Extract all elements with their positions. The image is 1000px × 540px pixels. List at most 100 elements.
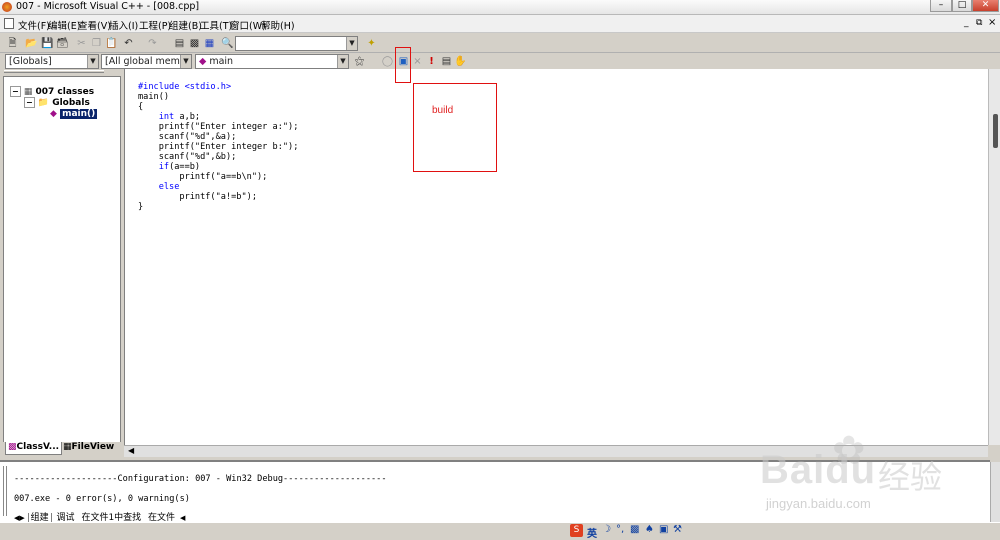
tree-main[interactable]: ◆ main(): [50, 109, 98, 120]
classes-icon: ▦: [23, 87, 33, 97]
mdi-doc-icon: [4, 18, 14, 29]
tree-root-label: 007 classes: [35, 87, 95, 97]
output-tabs: ◀▶ 组建 调试 在文件1中查找 在文件 ◀: [14, 510, 185, 524]
close-button[interactable]: ✕: [972, 0, 999, 12]
find-in-files-icon[interactable]: 🔍: [220, 36, 235, 51]
shirt-icon[interactable]: ▣: [659, 524, 668, 535]
function-icon: ◆: [50, 109, 57, 119]
code-line: scanf("%d",&b);: [138, 152, 237, 162]
new-file-icon[interactable]: 🗎: [5, 36, 20, 51]
output-scrollbar[interactable]: [990, 462, 1000, 522]
workspace-icon[interactable]: ▤: [172, 36, 187, 51]
code-text[interactable]: #include <stdio.h> main(){ int a,b; print…: [138, 72, 298, 222]
save-icon[interactable]: 💾: [40, 36, 55, 51]
find-combo[interactable]: ▼: [235, 36, 358, 51]
stop-build-icon[interactable]: ×: [410, 54, 425, 69]
go-icon[interactable]: ▤: [439, 54, 454, 69]
cut-icon[interactable]: ✂: [74, 36, 89, 51]
watermark-brand: Baidu: [760, 448, 877, 492]
mdi-restore-button[interactable]: ⧉: [976, 18, 982, 28]
compile-icon[interactable]: ◯: [380, 54, 395, 69]
class-view-tabs: ▩ClassV... ▦FileView: [3, 442, 121, 455]
tree-root[interactable]: − ▦ 007 classes: [10, 86, 95, 98]
menu-bar: 文件(F) 编辑(E) 查看(V) 插入(I) 工程(P) 组建(B) 工具(T…: [0, 15, 1000, 33]
collapse-icon[interactable]: −: [24, 97, 35, 108]
ime-logo-icon[interactable]: S: [570, 524, 583, 537]
members-combo-value: [All global members: [105, 56, 192, 67]
execute-icon[interactable]: !: [424, 54, 439, 69]
undo-icon[interactable]: ↶: [121, 36, 136, 51]
code-line: else: [138, 182, 298, 192]
watermark-url: jingyan.baidu.com: [766, 496, 871, 511]
code-line-0: #include <stdio.h>: [138, 82, 232, 92]
code-line: printf("Enter integer a:");: [138, 122, 299, 132]
collapse-icon[interactable]: −: [10, 86, 21, 97]
baidu-watermark: ✿ Baidu 经验 jingyan.baidu.com: [760, 428, 960, 520]
output-grip: [3, 466, 7, 516]
members-combo[interactable]: [All global members ▼: [101, 54, 192, 69]
wizard-toolbar: [Globals] ▼ [All global members ▼ ◆ main ▼ …: [0, 54, 1000, 69]
code-line: #include <stdio.h>: [138, 82, 298, 92]
tools-icon[interactable]: ⚒: [673, 524, 682, 535]
globals-combo-value: [Globals]: [9, 56, 52, 67]
paste-icon[interactable]: 📋: [104, 36, 119, 51]
code-keyword: if: [158, 162, 170, 172]
app-icon: [2, 2, 12, 12]
menu-insert[interactable]: 插入(I): [109, 18, 138, 32]
mdi-minimize-button[interactable]: _: [964, 18, 969, 28]
menu-view[interactable]: 查看(V): [78, 18, 111, 32]
moon-icon[interactable]: ☽: [602, 524, 611, 535]
editor-vertical-scrollbar[interactable]: [988, 69, 1000, 445]
maximize-button[interactable]: □: [952, 0, 972, 12]
code-keyword: int: [158, 112, 175, 122]
open-folder-icon[interactable]: 📂: [24, 36, 39, 51]
menu-help[interactable]: 帮助(H): [261, 18, 295, 32]
output-scroll-left-icon[interactable]: ◀: [180, 514, 185, 522]
folder-icon: 📁: [37, 98, 50, 108]
code-line: int a,b;: [158, 112, 201, 122]
tab-classview[interactable]: ▩ClassV...: [5, 442, 63, 455]
scroll-thumb[interactable]: [993, 114, 998, 148]
code-line: scanf("%d",&a);: [138, 132, 237, 142]
redo-icon[interactable]: ↷: [145, 36, 160, 51]
function-combo[interactable]: ◆ main ▼: [195, 54, 349, 69]
output-tab-nav-icon[interactable]: ◀▶: [14, 514, 25, 522]
function-icon: ◆: [199, 56, 207, 67]
window-list-icon[interactable]: ▦: [202, 36, 217, 51]
keyboard-icon[interactable]: ▩: [630, 524, 639, 535]
code-line: if(a==b): [158, 162, 201, 172]
menu-edit[interactable]: 编辑(E): [48, 18, 80, 32]
copy-icon[interactable]: ❐: [89, 36, 104, 51]
output-text: --------------------Configuration: 007 -…: [14, 464, 387, 514]
minimize-button[interactable]: –: [930, 0, 952, 12]
tab-fileview[interactable]: ▦FileView: [61, 442, 116, 455]
mdi-close-button[interactable]: ×: [988, 17, 996, 28]
code-line: {: [138, 102, 144, 112]
punctuation-icon[interactable]: °,: [616, 524, 624, 535]
menu-tools[interactable]: 工具(T): [200, 18, 232, 32]
watermark-brand-cn: 经验: [878, 458, 943, 496]
code-keyword: else: [158, 182, 180, 192]
wizard-actions-icon[interactable]: ⚝: [352, 54, 367, 69]
standard-toolbar: 🗎 📂 💾 🗃 ✂ ❐ 📋 ↶ ↷ ▤ ▩ ▦ 🔍 ▼ ✦: [0, 34, 1000, 53]
search-icon[interactable]: ✦: [364, 36, 379, 51]
status-bar: S 英 ☽ °, ▩ ♠ ▣ ⚒: [0, 522, 1000, 540]
output-config-line: --------------------Configuration: 007 -…: [14, 474, 387, 484]
menu-file[interactable]: 文件(F): [18, 18, 50, 32]
tree-globals[interactable]: − 📁 Globals: [24, 97, 90, 109]
panel-grip: [4, 70, 104, 73]
scroll-left-arrow[interactable]: ◀: [128, 446, 134, 455]
skin-icon[interactable]: ♠: [645, 524, 654, 535]
class-view-panel: − ▦ 007 classes − 📁 Globals ◆ main(): [3, 70, 121, 454]
tab-classview-label: ClassV...: [16, 442, 60, 452]
code-line: printf("a==b\n");: [138, 172, 268, 182]
code-line: main(): [138, 92, 170, 102]
annotation-highlight-box: [395, 47, 411, 83]
menu-build[interactable]: 组建(B): [169, 18, 202, 32]
breakpoint-icon[interactable]: ✋: [453, 54, 468, 69]
menu-project[interactable]: 工程(P): [139, 18, 171, 32]
output-window-icon[interactable]: ▩: [187, 36, 202, 51]
globals-combo[interactable]: [Globals] ▼: [5, 54, 99, 69]
output-blank-line: [14, 484, 387, 494]
save-all-icon[interactable]: 🗃: [55, 36, 70, 51]
